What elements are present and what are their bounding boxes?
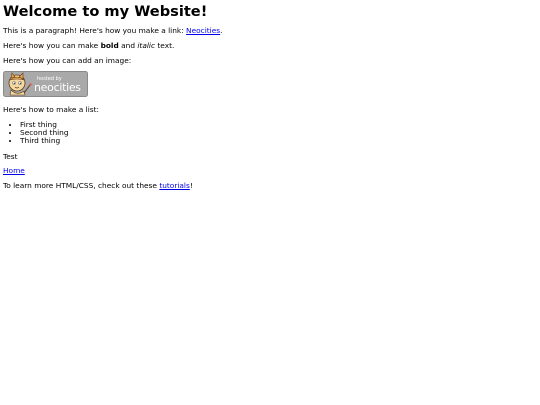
- list-item: Third thing: [20, 137, 537, 145]
- formatting-text-before: Here's how you can make: [3, 40, 101, 50]
- learn-more-text: To learn more HTML/CSS, check out these: [3, 181, 160, 191]
- home-paragraph: Home: [3, 167, 537, 176]
- bold-text: bold: [100, 40, 119, 50]
- paragraph-text: This is a paragraph! Here's how you make…: [3, 25, 187, 35]
- test-text: Test: [3, 151, 18, 161]
- learn-more-exclamation: !: [189, 181, 193, 191]
- list-item: Second thing: [20, 129, 537, 137]
- example-list: First thing Second thing Third thing: [3, 121, 537, 146]
- image-intro: Here's how you can add an image:: [3, 55, 132, 65]
- formatting-paragraph: Here's how you can make bold and italic …: [3, 40, 537, 51]
- formatting-text-after: text.: [155, 40, 175, 50]
- learn-more-paragraph: To learn more HTML/CSS, check out these …: [3, 181, 537, 191]
- list-item: First thing: [20, 121, 537, 129]
- home-link[interactable]: Home: [3, 166, 25, 176]
- page-content: Welcome to my Website! This is a paragra…: [0, 3, 540, 191]
- italic-text: italic: [137, 40, 156, 50]
- formatting-text-middle: and: [118, 40, 138, 50]
- badge-line2: neocities: [34, 81, 81, 95]
- page-title: Welcome to my Website!: [3, 3, 208, 20]
- paragraph-link-intro: This is a paragraph! Here's how you make…: [3, 25, 537, 36]
- list-intro: Here's how to make a list:: [3, 105, 99, 115]
- neocities-link[interactable]: Neocities: [186, 26, 220, 35]
- badge-hidden-label: [3, 97, 4, 98]
- tutorials-link[interactable]: tutorials: [159, 181, 190, 190]
- paragraph-period: .: [220, 25, 223, 35]
